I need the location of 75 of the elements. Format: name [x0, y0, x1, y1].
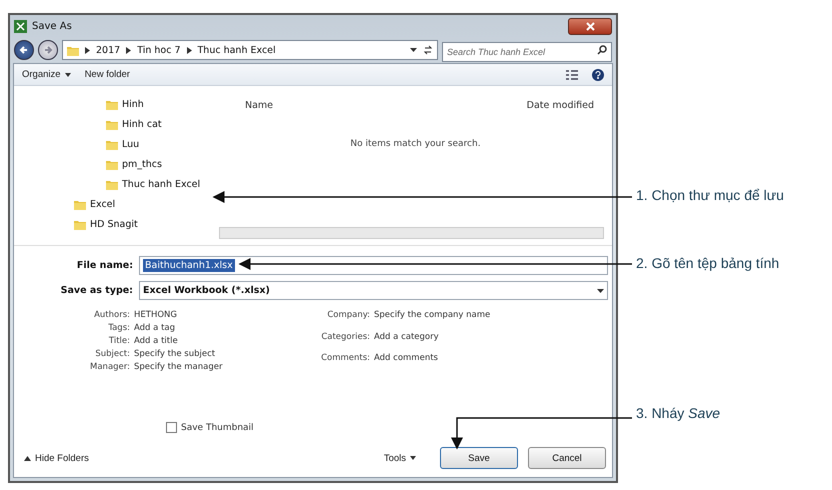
breadcrumb[interactable]: Tin hoc 7	[137, 44, 180, 56]
dropdown-icon	[410, 48, 417, 52]
folder-icon	[74, 199, 86, 210]
checkbox-label: Save Thumbnail	[181, 422, 254, 432]
breadcrumb[interactable]: 2017	[96, 44, 120, 56]
property-label: Manager:	[89, 362, 131, 372]
save-type-dropdown[interactable]: Excel Workbook (*.xlsx)	[139, 281, 608, 300]
property-value[interactable]: Specify the company name	[374, 310, 504, 329]
property-label: Title:	[108, 336, 131, 346]
view-icon[interactable]	[566, 70, 578, 80]
excel-icon	[14, 20, 27, 32]
chevron-icon	[126, 46, 132, 54]
property-label: Comments:	[320, 353, 371, 366]
search-field[interactable]: Search Thuc hanh Excel	[442, 42, 612, 62]
search-icon	[597, 45, 607, 55]
address-bar[interactable]: 2017 Tin hoc 7 Thuc hanh Excel	[62, 40, 438, 60]
help-icon[interactable]	[592, 68, 604, 80]
property-value[interactable]: Add comments	[374, 353, 504, 372]
window-title: Save As	[32, 20, 72, 32]
file-name-field[interactable]: Baithuchanh1.xlsx	[139, 256, 608, 275]
organize-menu[interactable]: Organize	[22, 69, 71, 80]
caret-icon	[410, 456, 416, 460]
folder-icon	[106, 159, 118, 170]
caret-up-icon	[24, 456, 31, 460]
folder-name[interactable]: Hinh	[122, 99, 144, 110]
cancel-button[interactable]: Cancel	[528, 447, 606, 469]
caret-icon	[64, 72, 71, 76]
tools-menu[interactable]: Tools	[384, 452, 416, 464]
property-label: Subject:	[94, 349, 131, 359]
folder-name[interactable]: HD Snagit	[90, 219, 138, 230]
property-label: Company:	[326, 310, 371, 322]
property-value[interactable]: Add a tag	[134, 323, 264, 333]
folder-icon	[67, 44, 79, 56]
save-button[interactable]: Save	[440, 447, 518, 469]
property-value[interactable]: Specify the manager	[134, 362, 264, 372]
folder-icon	[106, 139, 118, 150]
refresh-icon[interactable]	[423, 45, 433, 55]
callout-label: 3. Nháy Save	[636, 405, 722, 421]
hide-folders-button[interactable]: Hide Folders	[24, 452, 89, 464]
field-label: Save as type:	[60, 285, 134, 296]
folder-name[interactable]: Excel	[90, 199, 116, 210]
back-button[interactable]	[14, 40, 34, 60]
column-header[interactable]: Name	[245, 100, 274, 111]
field-label: File name:	[76, 260, 134, 271]
caret-icon	[597, 288, 604, 292]
back-arrow-icon	[19, 45, 29, 55]
property-value[interactable]: HETHONG	[134, 310, 264, 320]
folder-icon	[106, 99, 118, 110]
property-label: Categories:	[320, 332, 371, 344]
folder-name[interactable]: Hinh cat	[122, 119, 162, 130]
folder-name[interactable]: Thuc hanh Excel	[122, 179, 200, 190]
callout-label: 1. Chọn thư mục để lưu	[636, 187, 784, 203]
property-label: Authors:	[93, 310, 131, 320]
breadcrumb[interactable]: Thuc hanh Excel	[198, 44, 276, 56]
empty-message: No items match your search.	[350, 139, 481, 149]
property-value[interactable]: Add a title	[134, 336, 264, 346]
property-label: Tags:	[107, 323, 131, 333]
callout-label: 2. Gõ tên tệp bảng tính	[636, 255, 780, 271]
forward-button[interactable]	[38, 40, 58, 60]
close-icon	[586, 22, 594, 30]
new-folder-button[interactable]: New folder	[84, 69, 130, 80]
folder-name[interactable]: pm_thcs	[122, 159, 162, 170]
folder-icon	[74, 219, 86, 230]
forward-arrow-icon	[43, 45, 53, 55]
column-header[interactable]: Date modified	[526, 100, 594, 111]
chevron-icon	[85, 46, 90, 54]
horizontal-scrollbar[interactable]	[219, 227, 604, 239]
chevron-icon	[186, 46, 192, 54]
property-value[interactable]: Specify the subject	[134, 349, 264, 359]
folder-name[interactable]: Luu	[122, 139, 140, 150]
folder-icon	[106, 119, 118, 130]
folder-icon	[106, 179, 118, 190]
close-button[interactable]	[568, 18, 612, 34]
property-value[interactable]: Add a category	[374, 332, 504, 350]
checkbox[interactable]	[166, 422, 177, 433]
